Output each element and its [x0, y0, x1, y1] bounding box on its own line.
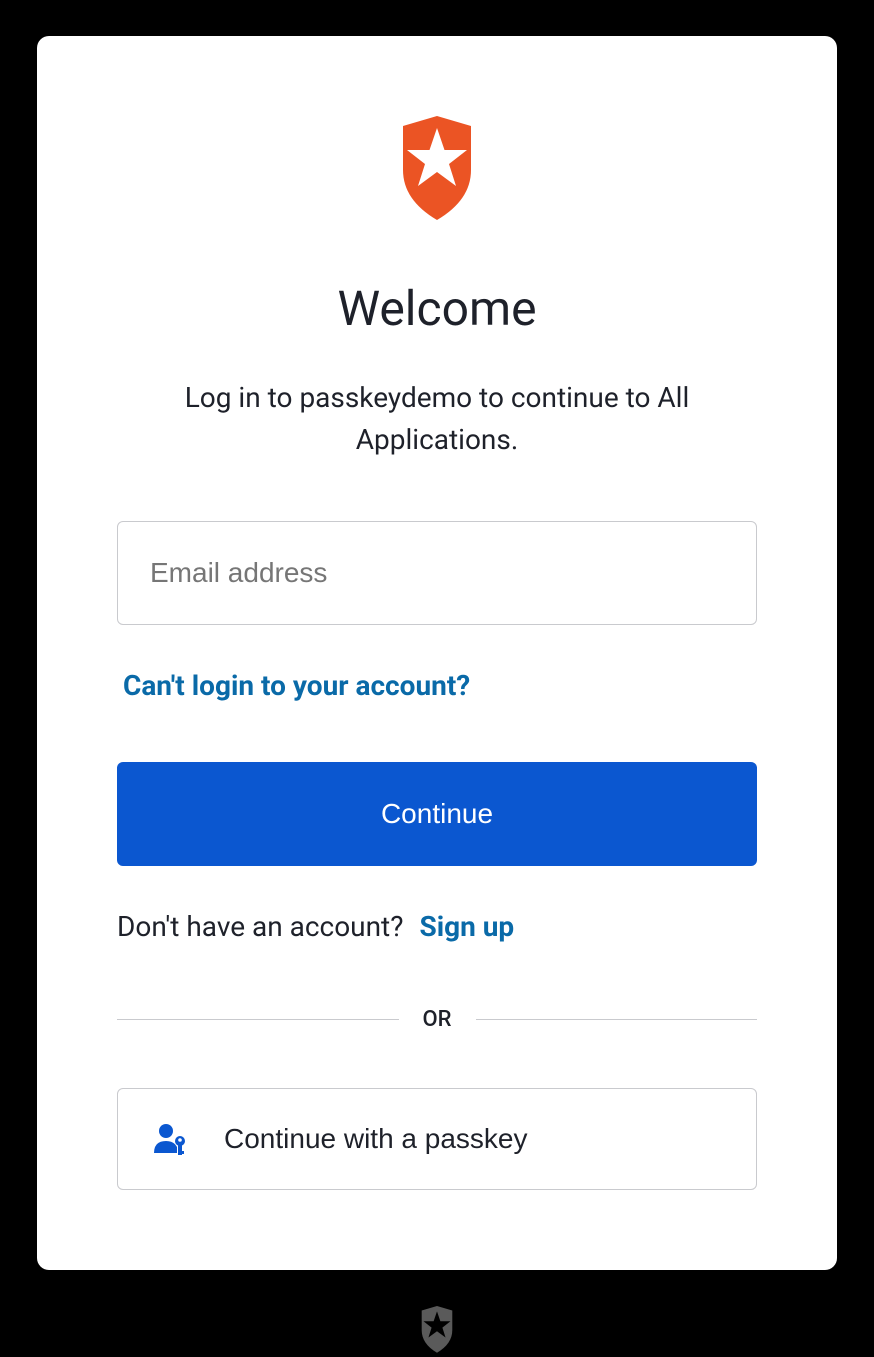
divider-line-left — [117, 1019, 399, 1020]
page-subtitle: Log in to passkeydemo to continue to All… — [117, 377, 757, 461]
divider-line-right — [476, 1019, 758, 1020]
login-card: Welcome Log in to passkeydemo to continu… — [37, 36, 837, 1270]
signup-link[interactable]: Sign up — [419, 910, 514, 943]
auth0-footer-logo-icon — [419, 1306, 455, 1350]
auth0-logo-icon — [397, 116, 477, 220]
passkey-button-label: Continue with a passkey — [224, 1123, 528, 1155]
page-title: Welcome — [337, 280, 536, 337]
passkey-icon — [152, 1121, 188, 1157]
signup-row: Don't have an account? Sign up — [117, 910, 514, 943]
email-input[interactable] — [117, 521, 757, 625]
login-form: Can't login to your account? Continue Do… — [117, 521, 757, 1190]
continue-button[interactable]: Continue — [117, 762, 757, 866]
continue-with-passkey-button[interactable]: Continue with a passkey — [117, 1088, 757, 1190]
divider-label: OR — [399, 1007, 476, 1032]
or-divider: OR — [117, 1007, 757, 1032]
cant-login-link[interactable]: Can't login to your account? — [123, 669, 470, 702]
signup-prompt: Don't have an account? — [117, 910, 403, 943]
